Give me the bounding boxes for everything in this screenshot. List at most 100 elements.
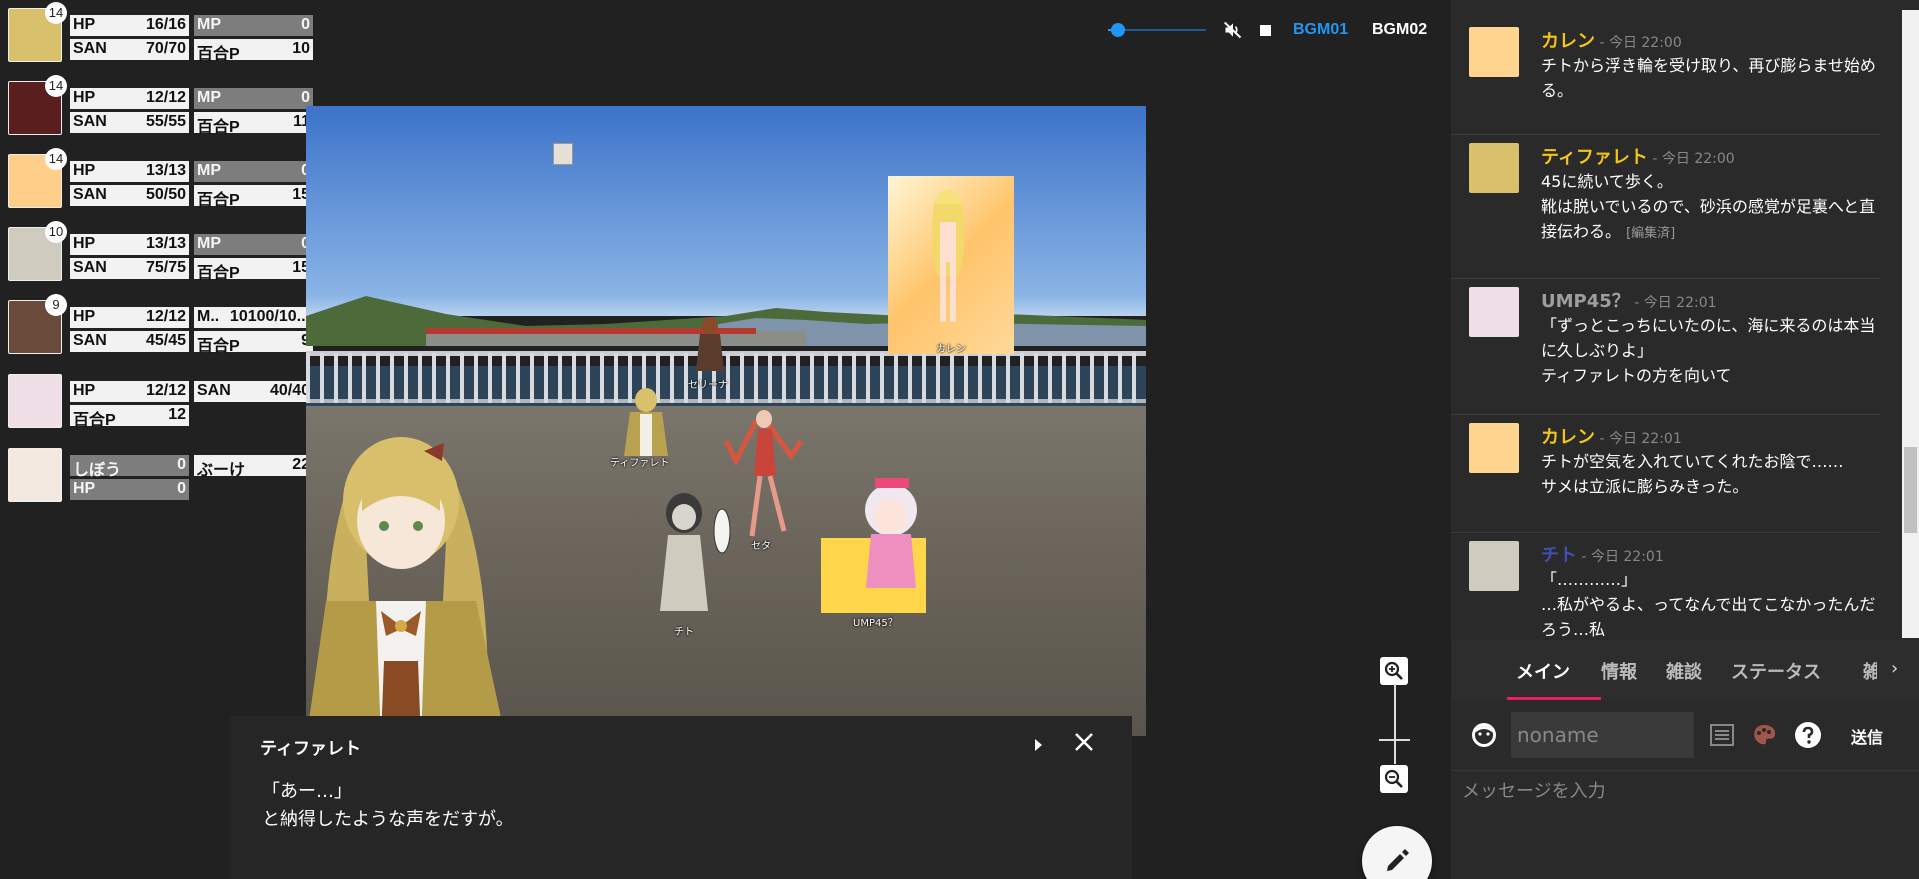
token-tifareth[interactable]: ティファレト xyxy=(610,386,676,469)
character-avatar[interactable] xyxy=(8,448,62,502)
send-button[interactable]: 送信 xyxy=(1851,724,1883,748)
zoom-slider-thumb[interactable] xyxy=(1379,739,1410,741)
stat-value: 0 xyxy=(177,480,186,497)
chat-log[interactable]: カレン - 今日 22:00 チトから浮き輪を受け取り、再び膨らませ始める。 ティフ… xyxy=(1451,10,1901,638)
initiative-badge: 14 xyxy=(45,2,67,24)
tab-main[interactable]: メイン xyxy=(1516,658,1570,684)
tab-info[interactable]: 情報 xyxy=(1601,658,1637,684)
token-label-karen: カレン xyxy=(936,344,966,355)
chat-sender-name: カレン xyxy=(1541,427,1595,448)
zoom-out-button[interactable] xyxy=(1380,765,1408,793)
stat-label: SAN xyxy=(73,40,107,57)
chat-timestamp: - 今日 22:01 xyxy=(1577,549,1664,565)
character-avatar[interactable] xyxy=(8,374,62,428)
chat-timestamp: - 今日 22:00 xyxy=(1647,151,1735,167)
message-line-1: 「あー…」 xyxy=(262,781,352,802)
bgm02-button[interactable]: BGM02 xyxy=(1372,21,1427,39)
pencil-icon xyxy=(1387,849,1409,871)
stat-value: 12/12 xyxy=(145,308,186,325)
message-input[interactable] xyxy=(1451,770,1919,875)
stat-bar: 百合P 10 xyxy=(194,39,313,63)
chat-scrollbar[interactable] xyxy=(1902,10,1919,638)
stat-label: SAN xyxy=(73,332,107,349)
token-label-tifareth: ティファレト xyxy=(610,458,670,469)
palette-icon[interactable] xyxy=(1751,723,1777,747)
face-icon[interactable] xyxy=(1469,720,1499,750)
chevron-right-icon[interactable]: › xyxy=(1891,658,1898,679)
game-scene[interactable]: カレン セリーナ ティファレト セタ チト UMP45？ xyxy=(306,106,1146,736)
standing-picture-tifareth xyxy=(306,421,526,736)
stat-value: 0 xyxy=(301,89,310,106)
stat-bar: MP0 xyxy=(194,15,313,36)
token-label-chito: チト xyxy=(674,627,694,638)
chat-sender-name: チト xyxy=(1541,545,1577,566)
edit-fab-button[interactable] xyxy=(1362,826,1432,879)
stat-value: 55/55 xyxy=(145,113,186,130)
character-token-small[interactable] xyxy=(553,143,573,165)
stat-bar: SAN 70/70 xyxy=(70,39,189,60)
chat-message[interactable]: UMP45？ - 今日 22:01 「ずっとこっちにいたのに、海に来るのは本当に久… xyxy=(1451,287,1881,415)
token-ump45[interactable]: UMP45？ xyxy=(821,468,931,629)
bgm01-button[interactable]: BGM01 xyxy=(1293,21,1348,39)
stop-icon[interactable] xyxy=(1260,25,1271,36)
edited-marker: [編集済] xyxy=(1626,226,1676,241)
standing-picture-figure xyxy=(306,437,505,736)
close-icon[interactable] xyxy=(1072,730,1096,754)
token-chito[interactable]: チト xyxy=(644,491,734,638)
chat-message[interactable]: カレン - 今日 22:01 チトが空気を入れていてくれたお陰で…… サメは立派に… xyxy=(1451,423,1881,533)
stat-label: MP xyxy=(197,235,221,252)
help-icon[interactable] xyxy=(1794,721,1822,749)
stat-label: HP xyxy=(73,480,96,497)
next-arrow-icon[interactable] xyxy=(1035,739,1042,751)
name-field[interactable] xyxy=(1511,712,1694,758)
tab-chat[interactable]: 雑談 xyxy=(1666,658,1702,684)
zoom-slider-track[interactable] xyxy=(1394,684,1396,764)
stat-label: ぶーけ xyxy=(197,462,246,479)
chat-message[interactable]: ティファレト - 今日 22:00 45に続いて歩く。 靴は脱いでいるので、砂浜の… xyxy=(1451,143,1881,279)
list-icon[interactable] xyxy=(1709,723,1735,747)
chito-figure xyxy=(660,493,731,611)
chat-avatar xyxy=(1469,143,1519,193)
karen-figure xyxy=(931,190,965,322)
tab-status[interactable]: ステータス xyxy=(1731,658,1821,684)
tab-zatsu-clipped[interactable]: 雑 xyxy=(1863,658,1877,684)
chat-scrollbar-thumb[interactable] xyxy=(1904,447,1917,533)
chat-avatar xyxy=(1469,541,1519,591)
stat-bar: SAN 40/40 xyxy=(194,381,313,402)
app-root: 14 HP 16/16 MP 0 SAN 70/70 百合P 10 14 HP 12/12 MP 0 SAN… xyxy=(0,0,1919,879)
chat-message-text: 「…………」 …私がやるよ、ってなんで出てこなかったんだろう…私 xyxy=(1541,570,1876,638)
stat-value: 13/13 xyxy=(145,162,186,179)
chat-timestamp: - 今日 22:01 xyxy=(1629,295,1717,311)
stat-label: MP xyxy=(197,162,221,179)
volume-slider-thumb[interactable] xyxy=(1110,23,1125,37)
stat-label: しぼう xyxy=(73,462,122,479)
stat-bar: M.. 10100/10... xyxy=(194,307,313,328)
mute-icon[interactable] xyxy=(1222,20,1244,40)
stat-bar: MP0 xyxy=(194,161,313,182)
stat-label: SAN xyxy=(73,113,107,130)
message-speaker-name: ティファレト xyxy=(260,739,361,759)
chat-message[interactable]: チト - 今日 22:01 「…………」 …私がやるよ、ってなんで出てこなかったん… xyxy=(1451,541,1881,638)
seliena-figure xyxy=(696,317,724,371)
stat-label: 百合P xyxy=(73,412,116,429)
stat-bar: MP0 xyxy=(194,234,313,255)
chat-message-body: チトから浮き輪を受け取り、再び膨らませ始める。 xyxy=(1541,53,1881,103)
token-karen[interactable]: カレン xyxy=(888,176,1014,355)
token-seliena[interactable]: セリーナ xyxy=(688,316,728,391)
bgm01-label: BGM01 xyxy=(1293,21,1349,38)
zoom-in-button[interactable] xyxy=(1380,657,1408,685)
chat-message-text: 45に続いて歩く。 靴は脱いでいるので、砂浜の感覚が足裏へと直接伝わる。 xyxy=(1541,172,1876,241)
stat-bar: HP 13/13 xyxy=(70,234,189,255)
chat-message-body: 「…………」 …私がやるよ、ってなんで出てこなかったんだろう…私 xyxy=(1541,567,1881,638)
stat-value: 45/45 xyxy=(145,332,186,349)
stat-label: 百合P xyxy=(197,192,240,209)
stat-value: 70/70 xyxy=(145,40,186,57)
message-window: ティファレト 「あー…」 と納得したような声をだすが。 xyxy=(230,716,1132,879)
stat-value: 40/40 xyxy=(269,382,310,399)
stat-bar: HP 12/12 xyxy=(70,88,189,109)
stat-bar: 百合P 11 xyxy=(194,112,313,136)
stat-bar: SAN 45/45 xyxy=(70,331,189,352)
ump45-figure xyxy=(821,478,926,613)
stat-bar: MP0 xyxy=(194,88,313,109)
chat-message[interactable]: カレン - 今日 22:00 チトから浮き輪を受け取り、再び膨らませ始める。 xyxy=(1451,27,1881,135)
